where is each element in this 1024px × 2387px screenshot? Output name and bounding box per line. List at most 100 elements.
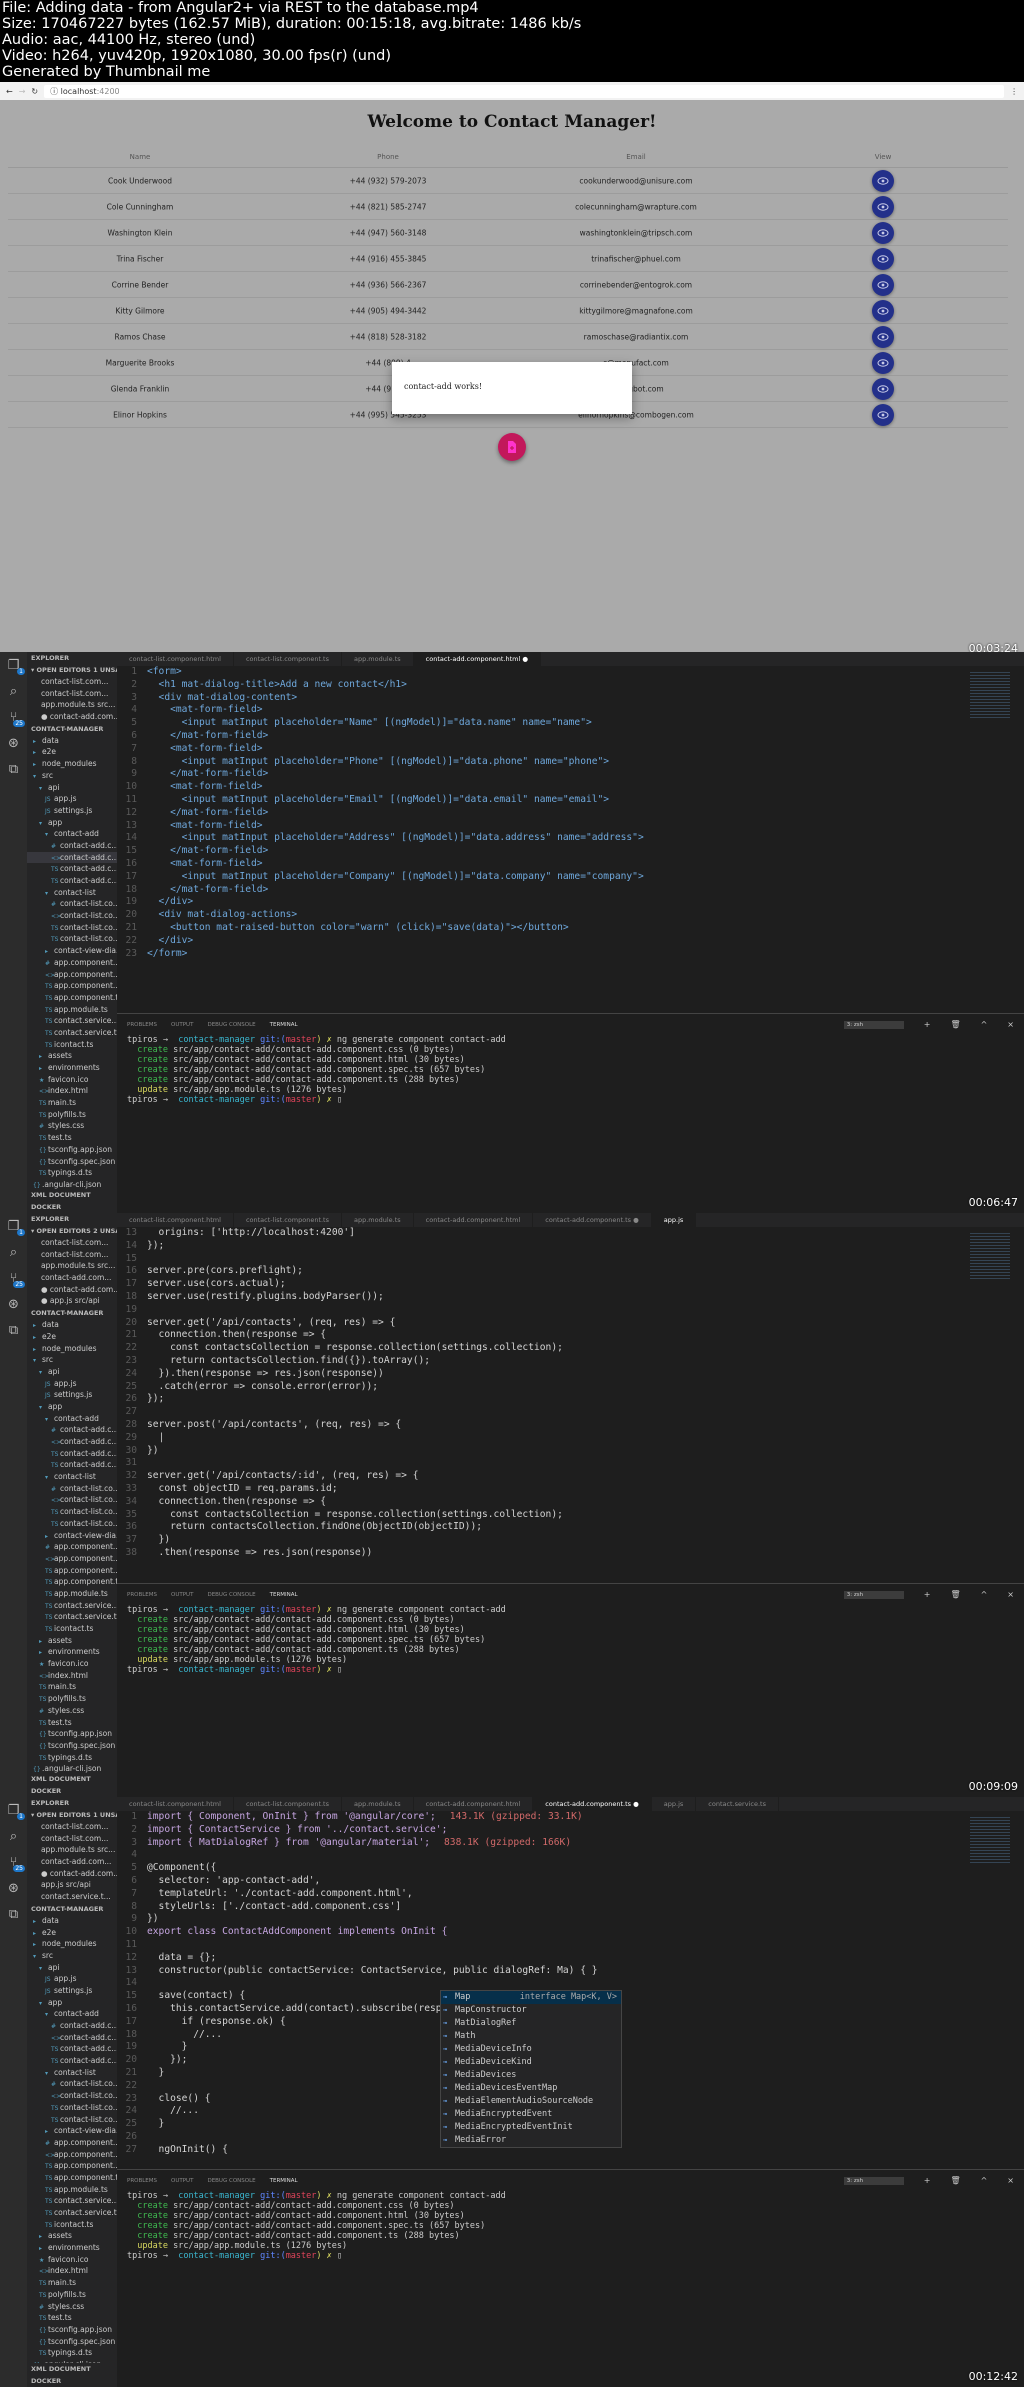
autocomplete-item[interactable]: ⊸ MediaDevicesEventMap [441,2082,621,2095]
tree-item[interactable]: # app.component.... [27,2137,117,2149]
tree-item[interactable]: TS contact.service.ts [27,2207,117,2219]
code-editor[interactable]: 1 <form> 2 <h1 mat-dialog-title>Add a new … [117,666,1024,960]
view-contact-button[interactable] [872,247,894,270]
tree-item[interactable]: ▸ e2e [27,1927,117,1939]
tree-item[interactable]: {}tsconfig.spec.json [27,1740,117,1752]
tree-item[interactable]: TS app.component.... [27,2160,117,2172]
autocomplete-item[interactable]: ⊸ Math [441,2030,621,2043]
panel-tab[interactable]: PROBLEMS [127,1592,157,1598]
tree-item[interactable]: # contact-list.co... [27,1483,117,1495]
tree-item[interactable]: TS app.module.ts [27,1004,117,1016]
tree-item[interactable]: ▸ node_modules [27,758,117,770]
xml-document-section[interactable]: XML DOCUMENT [27,2363,117,2375]
view-contact-button[interactable] [872,403,894,426]
tree-item[interactable]: <>app.component.... [27,2149,117,2161]
view-contact-button[interactable] [872,299,894,322]
open-editor-item[interactable]: contact-list.com... [27,676,117,688]
tree-item[interactable]: TS typings.d.ts [27,2347,117,2359]
maximize-icon[interactable]: ^ [981,1590,988,1599]
tree-item[interactable]: ▾ contact-add [27,1413,117,1425]
tree-item[interactable]: # contact-list.co... [27,2078,117,2090]
tree-item[interactable]: TS contact-list.co... [27,933,117,945]
tree-item[interactable]: <>contact-list.co... [27,910,117,922]
editor-tab[interactable]: contact.service.ts [696,1797,779,1811]
panel-tab[interactable]: DEBUG CONSOLE [207,2178,255,2184]
tree-item[interactable]: ▾ app [27,1401,117,1413]
open-editor-item[interactable]: contact-list.com... [27,1249,117,1261]
tree-item[interactable]: TS contact-list.co... [27,922,117,934]
docker-section[interactable]: DOCKER [27,2375,117,2387]
editor-tab[interactable]: app.module.ts [342,1213,414,1227]
tree-item[interactable]: ▸ node_modules [27,1938,117,1950]
tree-item[interactable]: TS contact-add.c... [27,863,117,875]
xml-document-section[interactable]: XML DOCUMENT [27,1189,117,1201]
autocomplete-item[interactable]: ⊸ MediaElementAudioSourceNode [441,2095,621,2108]
trash-icon[interactable]: 🗑 [950,1020,960,1029]
tree-item[interactable]: # styles.css [27,1705,117,1717]
tree-item[interactable]: TS app.component.... [27,980,117,992]
autocomplete-item[interactable]: ⊸ MediaEncryptedEventInit [441,2121,621,2134]
open-editor-item[interactable]: ● app.js src/api [27,1295,117,1307]
tree-item[interactable]: TS contact.service.... [27,2195,117,2207]
editor-tab[interactable]: contact-add.component.html [414,1797,534,1811]
files-icon[interactable]: ❐ 1 [0,1213,27,1239]
tree-item[interactable]: <>contact-add.c... [27,1436,117,1448]
tree-item[interactable]: # contact-add.c... [27,2020,117,2032]
reload-icon[interactable]: ↻ [31,87,38,96]
tree-item[interactable]: TS icontact.ts [27,1039,117,1051]
terminal-select[interactable]: 3: zsh [843,1020,904,1029]
tree-item[interactable]: TS main.ts [27,1681,117,1693]
tree-item[interactable]: ★ favicon.ico [27,1074,117,1086]
tree-item[interactable]: <>index.html [27,1085,117,1097]
tree-item[interactable]: TS contact.service.... [27,1600,117,1612]
minimap[interactable] [970,1815,1010,1865]
tree-item[interactable]: TS app.component.ts [27,992,117,1004]
editor-tab[interactable]: contact-add.component.ts ● [533,1797,652,1811]
tree-item[interactable]: ▾ api [27,1962,117,1974]
tree-item[interactable]: TS contact-add.c... [27,2055,117,2067]
tree-item[interactable]: {}tsconfig.app.json [27,1144,117,1156]
open-editor-item[interactable]: app.module.ts src... [27,699,117,711]
tree-item[interactable]: # styles.css [27,1120,117,1132]
source-control-icon[interactable]: ⑂ 25 [0,704,27,730]
tree-item[interactable]: ▾ contact-list [27,887,117,899]
autocomplete-item[interactable]: ⊸ MediaDevices [441,2069,621,2082]
tree-item[interactable]: <>app.component.... [27,1553,117,1565]
view-contact-button[interactable] [872,221,894,244]
minimap[interactable] [970,1231,1010,1281]
open-editor-item[interactable]: ● contact-add.com... [27,711,117,723]
tree-item[interactable]: TS main.ts [27,2277,117,2289]
tree-item[interactable]: <>contact-add.c... [27,851,117,864]
open-editor-item[interactable]: contact-list.com... [27,688,117,700]
panel-tab[interactable]: OUTPUT [171,1022,193,1028]
tree-item[interactable]: TS icontact.ts [27,2219,117,2231]
tree-item[interactable]: ▾ src [27,770,117,782]
open-editor-item[interactable]: contact-list.com... [27,1833,117,1845]
panel-tab[interactable]: DEBUG CONSOLE [207,1592,255,1598]
terminal-cursor[interactable]: ▯ [332,2251,342,2261]
tree-item[interactable]: {}tsconfig.app.json [27,1728,117,1740]
tree-item[interactable]: JS app.js [27,1973,117,1985]
tree-item[interactable]: JS settings.js [27,1985,117,1997]
tree-item[interactable]: TS test.ts [27,1717,117,1729]
view-contact-button[interactable] [872,195,894,218]
tree-item[interactable]: # contact-list.co... [27,898,117,910]
extensions-icon[interactable]: ⧉ [0,1901,27,1927]
view-contact-button[interactable] [872,325,894,348]
tree-item[interactable]: # app.component.... [27,957,117,969]
tree-item[interactable]: JS settings.js [27,1389,117,1401]
tree-item[interactable]: ★ favicon.ico [27,2254,117,2266]
tree-item[interactable]: TS contact-add.c... [27,1459,117,1471]
tree-item[interactable]: JS app.js [27,793,117,805]
tree-item[interactable]: ▾ app [27,1997,117,2009]
tree-item[interactable]: ▸ assets [27,1635,117,1647]
autocomplete-item[interactable]: ⊸ MapConstructor [441,2004,621,2017]
tree-item[interactable]: {}tsconfig.spec.json [27,2336,117,2348]
tree-item[interactable]: TS test.ts [27,1132,117,1144]
editor-tab[interactable]: contact-list.component.ts [234,1797,342,1811]
tree-item[interactable]: ▾ src [27,1950,117,1962]
tree-item[interactable]: ▸ assets [27,1050,117,1062]
trash-icon[interactable]: 🗑 [950,1590,960,1599]
tree-item[interactable]: <>app.component.... [27,969,117,981]
project-header[interactable]: CONTACT-MANAGER [27,1307,117,1319]
